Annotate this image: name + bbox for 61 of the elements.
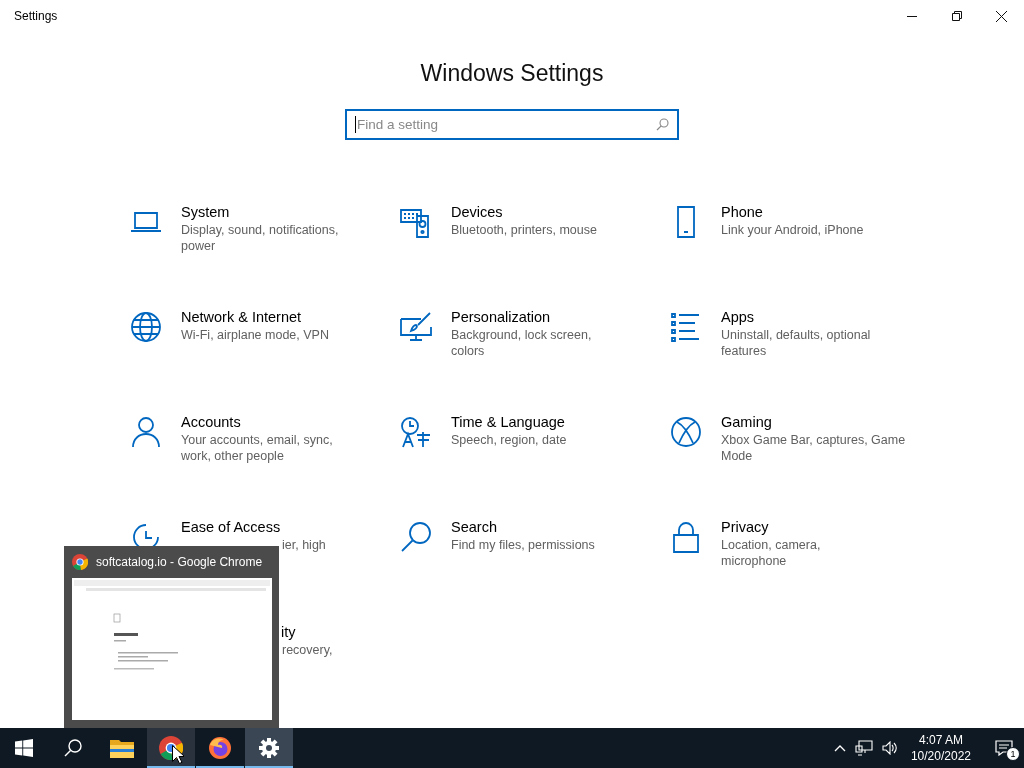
category-description: Wi-Fi, airplane mode, VPN bbox=[181, 327, 329, 343]
category-title[interactable]: ity bbox=[281, 622, 296, 642]
category-description: recovery, bbox=[282, 642, 333, 658]
xbox-icon bbox=[670, 416, 702, 448]
category-description: Your accounts, email, sync, work, other people bbox=[181, 432, 334, 464]
clock[interactable]: 4:07 AM 10/20/2022 bbox=[910, 732, 971, 764]
page-heading: Windows Settings bbox=[420, 59, 604, 87]
window-title: Settings bbox=[14, 9, 58, 23]
search-icon bbox=[400, 521, 432, 553]
text-cursor bbox=[355, 116, 356, 133]
clock-date: 10/20/2022 bbox=[910, 748, 971, 764]
category-title[interactable]: Apps bbox=[721, 307, 755, 327]
category-title[interactable]: Gaming bbox=[721, 412, 772, 432]
speaker-icon[interactable] bbox=[881, 741, 898, 755]
category-title[interactable]: Ease of Access bbox=[181, 517, 281, 537]
category-title[interactable]: Time & Language bbox=[451, 412, 565, 432]
category-description: Find my files, permissions bbox=[451, 537, 595, 553]
paint-icon bbox=[400, 311, 432, 343]
close-icon bbox=[996, 10, 1007, 22]
globe-icon bbox=[130, 311, 162, 343]
notification-icon[interactable] bbox=[995, 740, 1013, 756]
taskbar-button[interactable] bbox=[245, 728, 293, 768]
preview-title: softcatalog.io - Google Chrome bbox=[96, 555, 263, 569]
category-title[interactable]: Phone bbox=[721, 202, 763, 222]
category-description: Background, lock screen, colors bbox=[451, 327, 593, 359]
lock-icon bbox=[670, 521, 702, 553]
category-description: Bluetooth, printers, mouse bbox=[451, 222, 597, 238]
chrome-icon bbox=[72, 554, 88, 570]
category-title[interactable]: Personalization bbox=[451, 307, 551, 327]
category-title[interactable]: Devices bbox=[451, 202, 503, 222]
search-icon bbox=[656, 118, 669, 131]
devices-icon bbox=[400, 206, 432, 238]
notification-badge: 1 bbox=[1006, 747, 1020, 761]
category-title[interactable]: System bbox=[181, 202, 230, 222]
windows-logo-icon bbox=[15, 739, 33, 757]
search-field[interactable]: Find a setting bbox=[345, 109, 679, 140]
category-description: Display, sound, notifications, power bbox=[181, 222, 340, 254]
category-description: Location, camera, microphone bbox=[721, 537, 822, 569]
clock-icon bbox=[400, 416, 432, 448]
window-preview-popup[interactable]: softcatalog.io - Google Chrome bbox=[64, 546, 279, 728]
category-description: ier, high bbox=[282, 537, 326, 553]
category-description: Speech, region, date bbox=[451, 432, 567, 448]
category-description: Xbox Game Bar, captures, Game Mode bbox=[721, 432, 906, 464]
taskbar-button[interactable] bbox=[147, 728, 195, 768]
folder-icon bbox=[110, 738, 134, 758]
person-icon bbox=[130, 416, 162, 448]
list-icon bbox=[670, 311, 702, 343]
category-description: Uninstall, defaults, optional features bbox=[721, 327, 872, 359]
mouse-cursor-icon bbox=[172, 745, 184, 764]
settings-icon bbox=[259, 738, 279, 758]
restore-icon bbox=[951, 11, 962, 21]
search-icon bbox=[64, 739, 82, 757]
clock-time: 4:07 AM bbox=[918, 732, 963, 748]
category-title[interactable]: Network & Internet bbox=[181, 307, 302, 327]
category-title[interactable]: Accounts bbox=[181, 412, 241, 432]
category-title[interactable]: Privacy bbox=[721, 517, 769, 537]
category-title[interactable]: Search bbox=[451, 517, 497, 537]
category-description: Link your Android, iPhone bbox=[721, 222, 864, 238]
network-icon[interactable] bbox=[854, 740, 873, 756]
fox-globe-icon bbox=[208, 736, 232, 760]
chevron-up-icon[interactable] bbox=[833, 744, 846, 752]
